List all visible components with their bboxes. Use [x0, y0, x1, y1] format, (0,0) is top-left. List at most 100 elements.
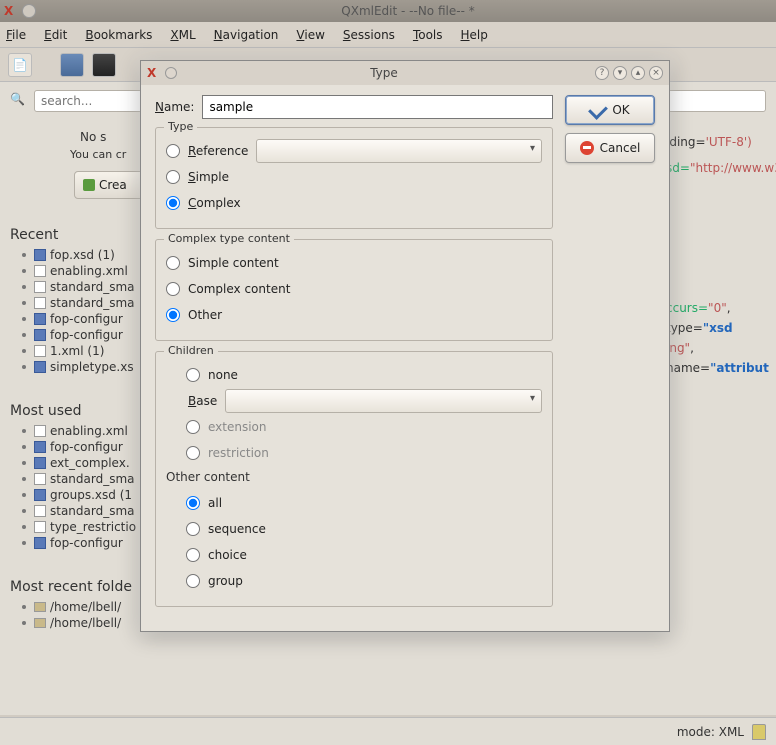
- menubar: File Edit Bookmarks XML Navigation View …: [0, 22, 776, 48]
- item-label: enabling.xml: [50, 264, 128, 278]
- dialog-down-icon[interactable]: ▾: [613, 66, 627, 80]
- tree-dot-icon: [22, 301, 26, 305]
- simple-label: Simple: [188, 170, 229, 184]
- none-label: none: [208, 368, 238, 382]
- tree-dot-icon: [22, 525, 26, 529]
- tree-dot-icon: [22, 285, 26, 289]
- reference-combo[interactable]: [256, 139, 542, 163]
- item-label: fop.xsd (1): [50, 248, 115, 262]
- item-label: /home/lbell/: [50, 616, 121, 630]
- binoculars-icon: 🔍: [10, 92, 28, 110]
- dialog-title: Type: [177, 66, 591, 80]
- children-legend: Children: [164, 344, 218, 357]
- save-icon[interactable]: [60, 53, 84, 77]
- complex-radio[interactable]: [166, 196, 180, 210]
- xml-snippet: iding='UTF-8') sd="http://www.w3 ccurs="…: [666, 132, 776, 378]
- file-icon: [34, 537, 46, 549]
- extension-radio[interactable]: [186, 420, 200, 434]
- menu-bookmarks[interactable]: Bookmarks: [85, 28, 152, 42]
- complex-label: Complex: [188, 196, 241, 210]
- file-icon: [34, 521, 46, 533]
- dialog-titlebar: X Type ? ▾ ▴ ×: [141, 61, 669, 85]
- choice-radio[interactable]: [186, 548, 200, 562]
- item-label: 1.xml (1): [50, 344, 104, 358]
- other-content-label: Other content: [166, 470, 542, 484]
- dialog-close-icon[interactable]: X: [147, 66, 161, 80]
- tree-dot-icon: [22, 445, 26, 449]
- all-label: all: [208, 496, 222, 510]
- menu-xml[interactable]: XML: [170, 28, 195, 42]
- folder-icon: [34, 602, 46, 612]
- item-label: groups.xsd (1: [50, 488, 132, 502]
- window-title: QXmlEdit - --No file-- *: [44, 4, 772, 18]
- ok-label: OK: [612, 103, 629, 117]
- tree-dot-icon: [22, 509, 26, 513]
- file-icon: [34, 281, 46, 293]
- tree-dot-icon: [22, 333, 26, 337]
- reference-radio[interactable]: [166, 144, 180, 158]
- dialog-help-icon[interactable]: ?: [595, 66, 609, 80]
- simple-radio[interactable]: [166, 170, 180, 184]
- save-as-icon[interactable]: [92, 53, 116, 77]
- all-radio[interactable]: [186, 496, 200, 510]
- window-close-icon[interactable]: X: [4, 4, 18, 18]
- window-min-icon[interactable]: [22, 4, 36, 18]
- tree-dot-icon: [22, 269, 26, 273]
- menu-file[interactable]: File: [6, 28, 26, 42]
- ok-button[interactable]: OK: [565, 95, 655, 125]
- menu-navigation[interactable]: Navigation: [214, 28, 279, 42]
- group-label: group: [208, 574, 243, 588]
- reference-label: Reference: [188, 144, 248, 158]
- sequence-radio[interactable]: [186, 522, 200, 536]
- restriction-radio[interactable]: [186, 446, 200, 460]
- item-label: simpletype.xs: [50, 360, 134, 374]
- file-icon: [34, 505, 46, 517]
- item-label: fop-configur: [50, 536, 123, 550]
- complex-content-radio[interactable]: [166, 282, 180, 296]
- item-label: standard_sma: [50, 296, 135, 310]
- tree-dot-icon: [22, 621, 26, 625]
- complex-content-label: Complex content: [188, 282, 290, 296]
- restriction-label: restriction: [208, 446, 269, 460]
- file-icon: [34, 249, 46, 261]
- menu-tools[interactable]: Tools: [413, 28, 443, 42]
- other-label: Other: [188, 308, 222, 322]
- item-label: fop-configur: [50, 328, 123, 342]
- menu-edit[interactable]: Edit: [44, 28, 67, 42]
- file-icon: [34, 297, 46, 309]
- ctc-group: Complex type content Simple content Comp…: [155, 239, 553, 341]
- file-icon: [34, 489, 46, 501]
- window-titlebar: X QXmlEdit - --No file-- *: [0, 0, 776, 22]
- menu-help[interactable]: Help: [461, 28, 488, 42]
- base-combo[interactable]: [225, 389, 542, 413]
- tree-dot-icon: [22, 477, 26, 481]
- extension-label: extension: [208, 420, 267, 434]
- item-label: fop-configur: [50, 312, 123, 326]
- item-label: standard_sma: [50, 472, 135, 486]
- item-label: ext_complex.: [50, 456, 130, 470]
- simple-content-radio[interactable]: [166, 256, 180, 270]
- file-icon: [34, 361, 46, 373]
- tree-dot-icon: [22, 365, 26, 369]
- tree-dot-icon: [22, 317, 26, 321]
- children-group: Children none Base extension restriction…: [155, 351, 553, 607]
- item-label: type_restrictio: [50, 520, 136, 534]
- new-doc-icon[interactable]: 📄: [8, 53, 32, 77]
- dialog-up-icon[interactable]: ▴: [631, 66, 645, 80]
- cancel-button[interactable]: Cancel: [565, 133, 655, 163]
- type-dialog: X Type ? ▾ ▴ × Name: Type Reference: [140, 60, 670, 632]
- tree-dot-icon: [22, 349, 26, 353]
- other-radio[interactable]: [166, 308, 180, 322]
- menu-sessions[interactable]: Sessions: [343, 28, 395, 42]
- file-icon: [34, 265, 46, 277]
- tree-dot-icon: [22, 605, 26, 609]
- dialog-min-icon[interactable]: [165, 67, 177, 79]
- item-label: fop-configur: [50, 440, 123, 454]
- dialog-x-icon[interactable]: ×: [649, 66, 663, 80]
- none-radio[interactable]: [186, 368, 200, 382]
- tree-dot-icon: [22, 493, 26, 497]
- name-input[interactable]: [202, 95, 553, 119]
- menu-view[interactable]: View: [296, 28, 324, 42]
- group-radio[interactable]: [186, 574, 200, 588]
- folder-icon: [34, 618, 46, 628]
